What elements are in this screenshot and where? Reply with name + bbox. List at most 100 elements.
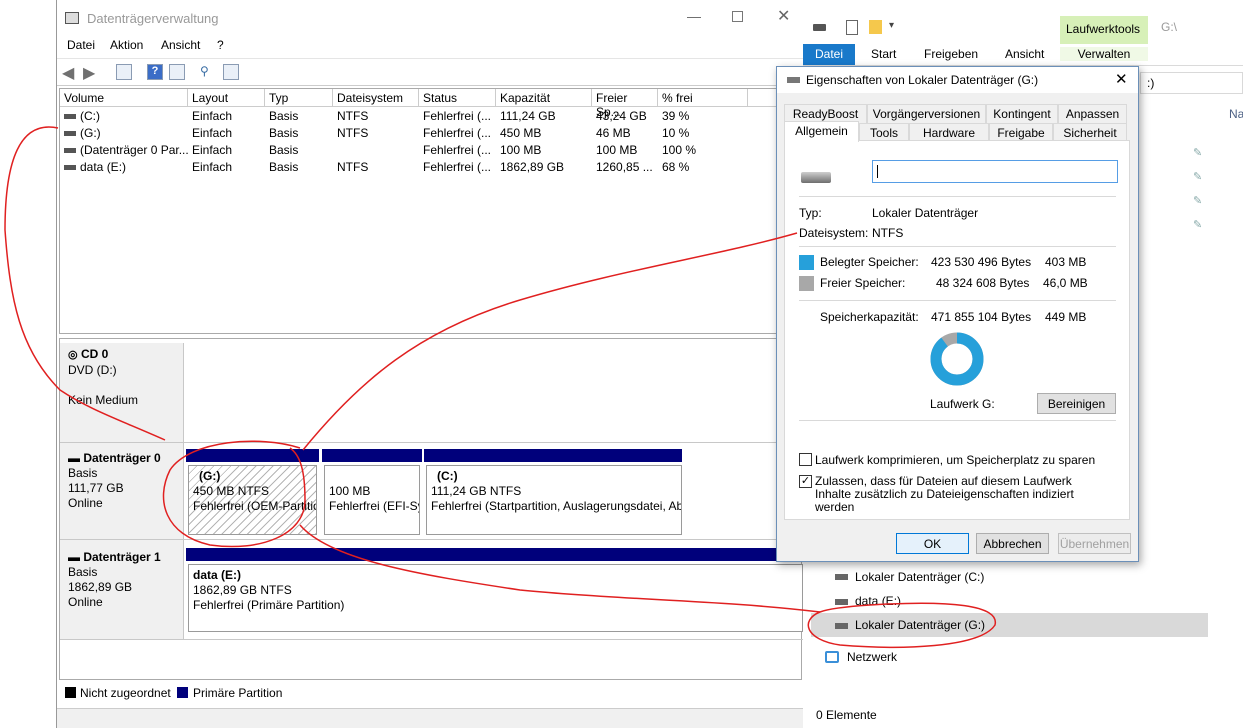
table-cell: 100 MB <box>596 143 638 157</box>
divider <box>799 196 1116 197</box>
properties-icon[interactable] <box>116 64 132 80</box>
nav-item-network[interactable]: Netzwerk <box>823 648 1208 668</box>
nav-item-e[interactable]: data (E:) <box>833 592 1208 612</box>
g-partition[interactable]: (G:) 450 MB NTFS Fehlerfrei (OEM-Partiti… <box>188 465 317 535</box>
c-partition[interactable]: (C:) 111,24 GB NTFS Fehlerfrei (Startpar… <box>426 465 682 535</box>
table-cell: 10 % <box>662 126 690 140</box>
address-bar[interactable]: :) <box>1140 72 1243 94</box>
col-dateisystem[interactable]: Dateisystem <box>333 89 419 107</box>
table-row[interactable]: (Datenträger 0 Par... Einfach Basis Fehlerf… <box>60 142 803 159</box>
e-partition-name: data (E:) <box>193 568 241 582</box>
column-header-name[interactable]: Na <box>1229 107 1243 121</box>
dialog-close-button[interactable]: ✕ <box>1115 70 1128 88</box>
legend-primary-swatch <box>177 687 188 698</box>
menu-ansicht[interactable]: Ansicht <box>161 38 200 52</box>
table-cell: Einfach <box>192 126 233 140</box>
cd-icon: ◎ <box>68 349 78 361</box>
pin-icon[interactable]: ✎ <box>1193 146 1202 159</box>
table-cell: 39 % <box>662 109 690 123</box>
col-volume[interactable]: Volume <box>60 89 188 107</box>
tab-freigeben[interactable]: Freigeben <box>924 47 978 61</box>
col-kapazitaet[interactable]: Kapazität <box>496 89 592 107</box>
drive-icon <box>813 24 826 31</box>
table-row[interactable]: data (E:) Einfach Basis NTFS Fehlerfrei (...… <box>60 159 803 176</box>
maximize-button[interactable] <box>732 11 743 22</box>
compress-checkbox[interactable] <box>799 453 812 466</box>
drive-icon <box>835 599 848 605</box>
nav-item-g[interactable]: Lokaler Datenträger (G:) <box>811 613 1208 637</box>
minimize-button[interactable]: — <box>687 8 701 24</box>
c-partition-status: Fehlerfrei (Startpartition, Auslagerungs… <box>431 499 681 513</box>
disk0-label[interactable]: ▬ Datenträger 0 Basis 111,77 GB Online <box>60 443 184 539</box>
help-icon[interactable]: ? <box>147 64 163 80</box>
close-button[interactable]: ✕ <box>777 6 790 26</box>
volume-name-input[interactable] <box>872 160 1118 183</box>
apply-button[interactable]: Übernehmen <box>1058 533 1131 554</box>
index-label[interactable]: Zulassen, dass für Dateien auf diesem La… <box>815 475 1100 514</box>
nav-item-c[interactable]: Lokaler Datenträger (C:) <box>833 568 1208 588</box>
pin-icon[interactable]: ✎ <box>1193 170 1202 183</box>
compress-label[interactable]: Laufwerk komprimieren, um Speicherplatz … <box>815 453 1095 467</box>
settings-icon[interactable] <box>223 64 239 80</box>
menu-datei[interactable]: Datei <box>67 38 95 52</box>
table-cell: Fehlerfrei (... <box>423 160 492 174</box>
forward-arrow-icon[interactable]: ▶ <box>83 63 95 83</box>
efi-partition[interactable]: 100 MB Fehlerfrei (EFI-Systempartition) <box>324 465 420 535</box>
col-status[interactable]: Status <box>419 89 496 107</box>
e-partition[interactable]: data (E:) 1862,89 GB NTFS Fehlerfrei (Pr… <box>188 564 803 632</box>
volume-icon <box>64 131 76 136</box>
view-icon[interactable] <box>169 64 185 80</box>
tab-datei[interactable]: Datei <box>803 44 855 65</box>
tab-anpassen[interactable]: Anpassen <box>1058 104 1127 123</box>
legend-unallocated-swatch <box>65 687 76 698</box>
folder-icon[interactable] <box>869 20 882 34</box>
disk-icon: ▬ <box>68 451 80 465</box>
c-partition-name: (C:) <box>437 469 458 483</box>
cleanup-button[interactable]: Bereinigen <box>1037 393 1116 414</box>
tab-ansicht[interactable]: Ansicht <box>1005 47 1044 61</box>
cd0-state: Kein Medium <box>68 393 139 407</box>
disk1-label[interactable]: ▬ Datenträger 1 Basis 1862,89 GB Online <box>60 540 184 639</box>
ok-button[interactable]: OK <box>896 533 969 554</box>
properties-quick-icon[interactable] <box>846 20 858 35</box>
table-row[interactable]: (G:) Einfach Basis NTFS Fehlerfrei (... 450 M… <box>60 125 803 142</box>
properties-dialog: Eigenschaften von Lokaler Datenträger (G… <box>776 66 1139 562</box>
tab-vorgaengerversionen[interactable]: Vorgängerversionen <box>867 104 986 123</box>
back-arrow-icon[interactable]: ◀ <box>62 63 74 83</box>
cd0-label[interactable]: ◎ CD 0 DVD (D:) Kein Medium <box>60 343 184 442</box>
table-cell: Fehlerfrei (... <box>423 126 492 140</box>
table-row[interactable]: (C:) Einfach Basis NTFS Fehlerfrei (... 111,2… <box>60 108 803 125</box>
table-cell: 100 % <box>662 143 697 157</box>
table-cell: 68 % <box>662 160 690 174</box>
col-layout[interactable]: Layout <box>188 89 265 107</box>
tab-verwalten[interactable]: Verwalten <box>1060 47 1148 61</box>
tab-kontingent[interactable]: Kontingent <box>986 104 1058 123</box>
used-swatch <box>799 255 814 270</box>
customize-dropdown-icon[interactable]: ▾ <box>889 20 894 31</box>
tab-start[interactable]: Start <box>871 47 896 61</box>
pin-icon[interactable]: ✎ <box>1193 218 1202 231</box>
col-typ[interactable]: Typ <box>265 89 333 107</box>
tab-allgemein[interactable]: Allgemein <box>784 121 859 142</box>
disk-icon: ▬ <box>68 550 80 564</box>
cd0-type: DVD (D:) <box>68 363 117 377</box>
pin-icon[interactable]: ✎ <box>1193 194 1202 207</box>
col-freier-speicher[interactable]: Freier Sp... <box>592 89 658 119</box>
table-cell: NTFS <box>337 109 369 123</box>
table-cell: 1862,89 GB <box>500 160 565 174</box>
index-checkbox[interactable]: ✓ <box>799 475 812 488</box>
table-cell: NTFS <box>337 160 369 174</box>
drive-icon <box>835 574 848 580</box>
divider <box>799 300 1116 301</box>
cd0-row: ◎ CD 0 DVD (D:) Kein Medium <box>60 343 803 443</box>
ribbon-tabs: Datei Start Freigeben Ansicht Verwalten <box>803 44 1243 66</box>
cancel-button[interactable]: Abbrechen <box>976 533 1049 554</box>
menu-help[interactable]: ? <box>217 38 224 52</box>
menu-aktion[interactable]: Aktion <box>110 38 143 52</box>
col-prozent-frei[interactable]: % frei <box>658 89 748 107</box>
disk0-type: Basis <box>68 466 98 480</box>
volume-icon <box>64 148 76 153</box>
network-icon <box>825 651 839 663</box>
connect-icon[interactable]: ⚲ <box>200 64 216 80</box>
disk0-name: Datenträger 0 <box>83 451 161 465</box>
